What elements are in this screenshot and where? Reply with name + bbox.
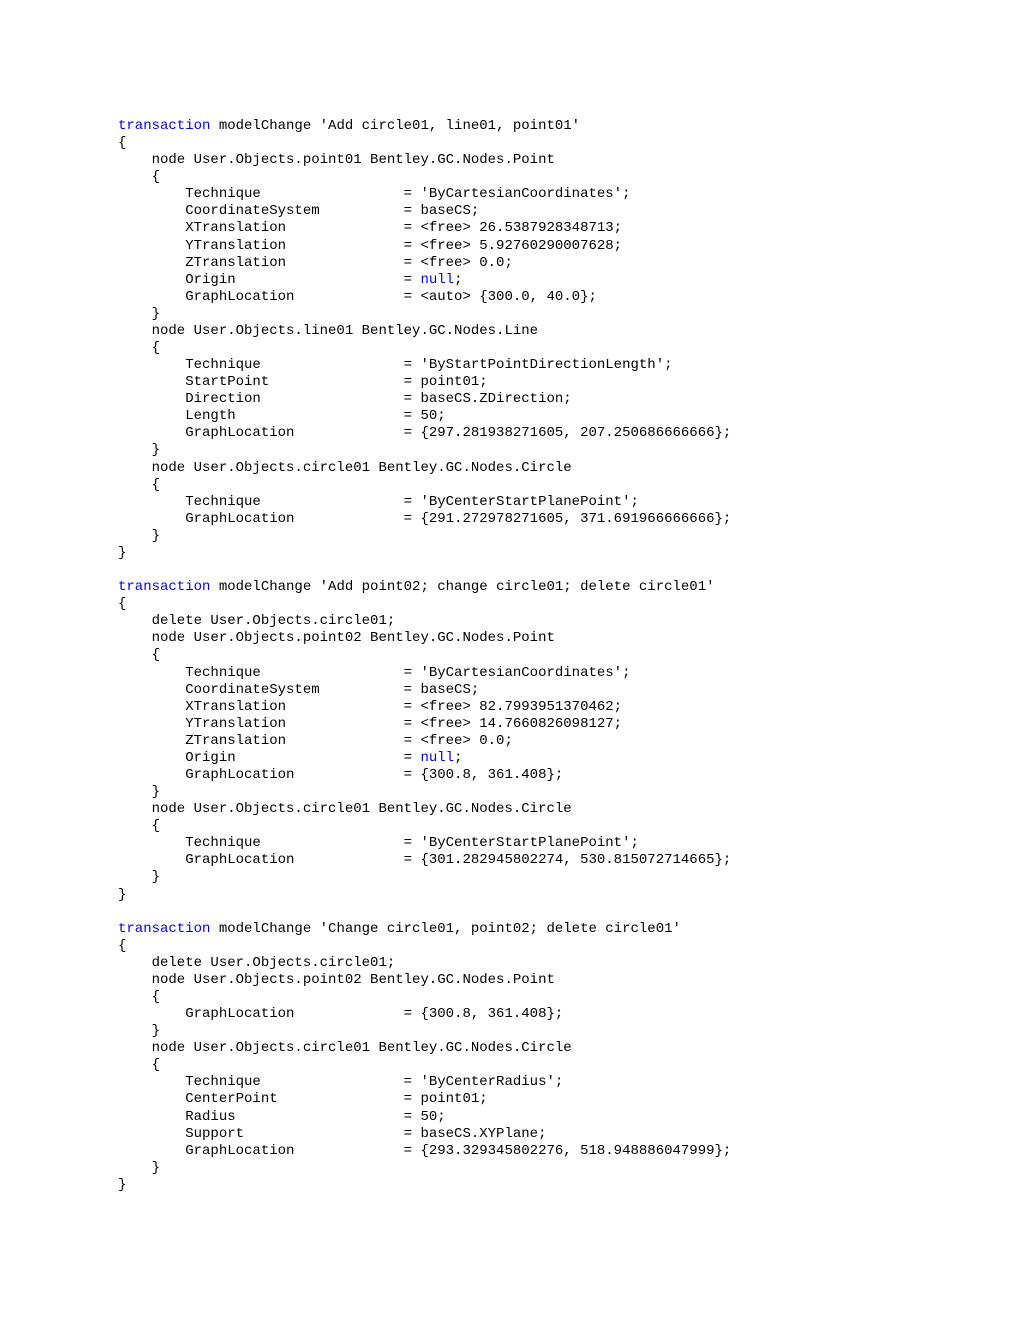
document-page: transaction modelChange 'Add circle01, l…	[0, 0, 902, 1194]
code-listing: transaction modelChange 'Add circle01, l…	[118, 118, 902, 1194]
